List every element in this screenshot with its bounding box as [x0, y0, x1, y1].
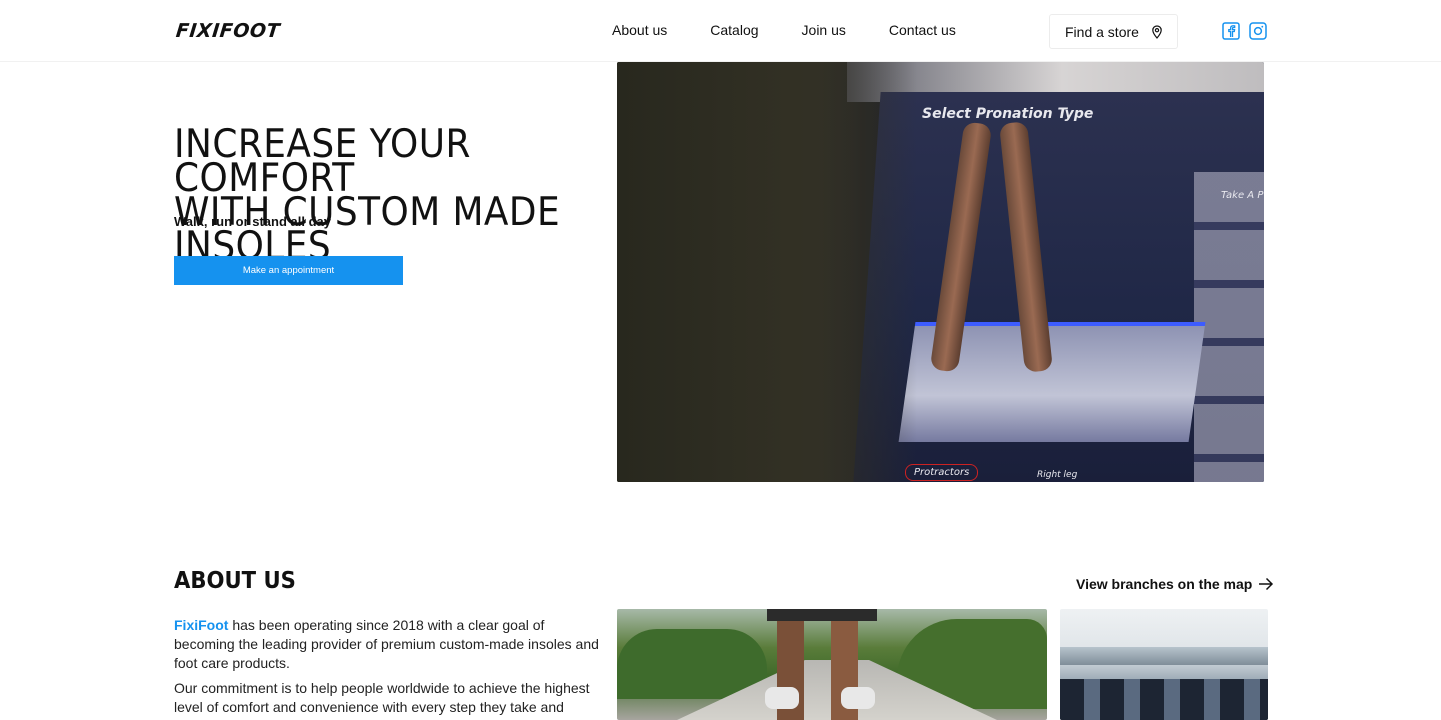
runner-image-shoe-left: [765, 687, 799, 709]
hero-media-protractors: Protractors: [905, 464, 979, 481]
about-title: ABOUT US: [174, 568, 296, 594]
arrow-right-icon: [1259, 577, 1274, 591]
about-paragraph-1-text: has been operating since 2018 with a cle…: [174, 617, 599, 671]
mall-image-storefront: [1060, 679, 1268, 720]
about-paragraph-2: Our commitment is to help people worldwi…: [174, 680, 590, 720]
nav-contact-us[interactable]: Contact us: [889, 22, 956, 38]
make-appointment-button[interactable]: Make an appointment: [174, 256, 403, 285]
hero-media-screen-title: Select Pronation Type: [922, 106, 1094, 122]
view-branches-label: View branches on the map: [1076, 576, 1253, 592]
nav-join-us[interactable]: Join us: [802, 22, 846, 38]
facebook-icon[interactable]: [1222, 22, 1240, 40]
find-store-button[interactable]: Find a store: [1049, 14, 1178, 49]
hero-media-foreground: [617, 62, 917, 482]
hero-subtitle: Walk, run or stand all day: [174, 214, 331, 229]
nav-about-us[interactable]: About us: [612, 22, 667, 38]
mall-image-railing: [1060, 647, 1268, 665]
runner-image-shorts: [767, 609, 877, 621]
hero-video[interactable]: Select Pronation Type Take A P Protracto…: [617, 62, 1264, 482]
find-store-label: Find a store: [1065, 23, 1139, 40]
runner-image: [617, 609, 1047, 720]
site-header: FIXIFOOT About us Catalog Join us Contac…: [0, 0, 1441, 62]
mall-store-image: [1060, 609, 1268, 720]
instagram-icon[interactable]: [1249, 22, 1267, 40]
brand-name: FixiFoot: [174, 617, 229, 633]
hero-media-right-leg: Right leg: [1037, 470, 1078, 480]
hero-title: INCREASE YOUR COMFORT WITH CUSTOM MADE I…: [174, 125, 579, 266]
location-pin-icon: [1151, 24, 1163, 39]
main-nav: About us Catalog Join us Contact us: [612, 22, 999, 38]
runner-image-shoe-right: [841, 687, 875, 709]
view-branches-link[interactable]: View branches on the map: [1076, 576, 1274, 592]
about-paragraph-1: FixiFoot has been operating since 2018 w…: [174, 616, 606, 673]
logo[interactable]: FIXIFOOT: [175, 20, 281, 42]
hero-media-take-photo: Take A P: [1221, 190, 1264, 201]
nav-catalog[interactable]: Catalog: [710, 22, 758, 38]
